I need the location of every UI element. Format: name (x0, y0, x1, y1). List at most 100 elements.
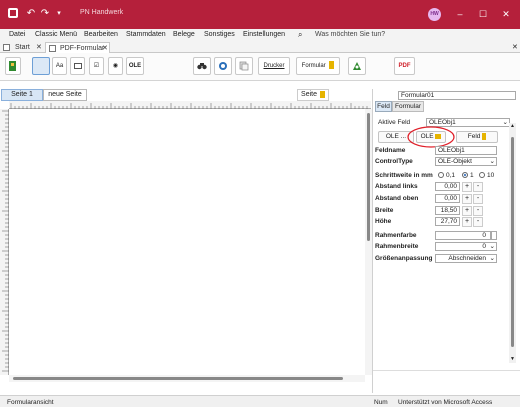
radio-tool-button[interactable]: ◉ (108, 57, 123, 75)
breite-plus-button[interactable]: + (462, 206, 472, 216)
status-bar: Formularansicht Num Unterstützt von Micr… (0, 395, 520, 407)
abstand-oben-minus-button[interactable]: - (473, 194, 483, 204)
checkbox-tool-button[interactable]: ☑ (89, 57, 104, 75)
step-label-1: 1 (470, 172, 474, 179)
horizontal-scrollbar[interactable] (9, 375, 365, 382)
tab-feld[interactable]: Feld (375, 101, 392, 112)
feldname-field[interactable]: OLEObj1 (435, 146, 497, 155)
select-tool-button[interactable] (32, 57, 50, 75)
title-bar: ↶ ↷ ▾ PN Handwerk HW – ☐ ✕ (0, 0, 520, 29)
tab-start[interactable]: Start ✕ (0, 42, 45, 53)
avatar[interactable]: HW (428, 8, 441, 21)
drucker-button[interactable]: Drucker (258, 57, 290, 75)
menu-stammdaten[interactable]: Stammdaten (126, 31, 166, 38)
pdf-button[interactable]: PDF (394, 57, 415, 75)
step-label-10: 10 (487, 172, 495, 179)
document-tab-bar: Start ✕ PDF-Formular ✕ ✕ (0, 42, 520, 53)
abstand-links-label: Abstand links (375, 183, 418, 190)
feld-button[interactable]: Feld (456, 131, 498, 143)
abstand-links-minus-button[interactable]: - (473, 182, 483, 192)
hoehe-plus-button[interactable]: + (462, 217, 472, 227)
save-exit-button[interactable] (5, 57, 21, 75)
chevron-down-icon: ⌄ (502, 119, 508, 126)
search-icon[interactable]: ⌕ (298, 30, 302, 40)
vertical-scrollbar[interactable] (365, 109, 372, 375)
close-document-icon[interactable]: ✕ (512, 43, 518, 51)
groessenanpassung-select[interactable]: Abschneiden ⌄ (435, 254, 497, 263)
step-radio-10[interactable] (479, 172, 485, 178)
breite-field[interactable]: 18,50 (435, 206, 460, 215)
hoehe-minus-button[interactable]: - (473, 217, 483, 227)
scroll-up-icon[interactable]: ▲ (510, 123, 515, 129)
rahmenbreite-select[interactable]: 0 ⌄ (435, 242, 497, 251)
search-box[interactable]: Was möchten Sie tun? (315, 31, 385, 38)
app-icon (6, 7, 20, 21)
abstand-links-field[interactable]: 0,00 (435, 182, 460, 191)
menu-sonstiges[interactable]: Sonstiges (204, 31, 235, 38)
feld-icon (482, 132, 487, 140)
scroll-thumb[interactable] (367, 113, 370, 241)
ole-tool-button[interactable]: OLE (126, 57, 144, 75)
tab-pdf-formular[interactable]: PDF-Formular ✕ (45, 42, 110, 53)
page-button[interactable]: Seite (297, 89, 329, 101)
page-tab-1[interactable]: Seite 1 (1, 89, 43, 101)
redo-icon[interactable]: ↷ (38, 7, 52, 21)
rahmenfarbe-field[interactable]: 0 (435, 231, 491, 240)
divider (373, 370, 520, 371)
step-radio-1[interactable] (462, 172, 468, 178)
breite-minus-button[interactable]: - (473, 206, 483, 216)
step-radio-01[interactable] (438, 172, 444, 178)
maximize-icon[interactable]: ☐ (475, 6, 491, 22)
form-name-field[interactable]: Formular01 (398, 91, 516, 100)
form-icon (49, 45, 56, 52)
hoehe-field[interactable]: 27,70 (435, 217, 460, 226)
controltype-select[interactable]: OLE-Objekt ⌄ (435, 157, 497, 166)
step-label-01: 0,1 (446, 172, 456, 179)
rahmenfarbe-label: Rahmenfarbe (375, 232, 417, 239)
chevron-down-icon: ⌄ (489, 255, 495, 262)
scroll-down-icon[interactable]: ▼ (510, 356, 515, 362)
formular-icon (329, 61, 335, 70)
menu-bearbeiten[interactable]: Bearbeiten (84, 31, 118, 38)
scroll-thumb[interactable] (13, 377, 343, 380)
view-button[interactable] (214, 57, 232, 75)
color-picker-swatch[interactable] (491, 231, 497, 240)
form-icon (3, 44, 10, 51)
formular-button[interactable]: Formular (296, 57, 340, 75)
panel-scrollbar[interactable]: ▲ ▼ (509, 123, 516, 363)
menu-einstellungen[interactable]: Einstellungen (243, 31, 285, 38)
textfield-tool-button[interactable] (70, 57, 85, 75)
export-button[interactable] (348, 57, 366, 75)
toolbar: Aa ☑ ◉ OLE Drucker Formular PDF (0, 53, 520, 81)
chevron-down-icon: ⌄ (489, 158, 495, 165)
tab-close-icon[interactable]: ✕ (36, 42, 42, 53)
menu-datei[interactable]: Datei (9, 31, 25, 38)
feldname-label: Feldname (375, 147, 406, 154)
menu-belege[interactable]: Belege (173, 31, 195, 38)
new-page-tab[interactable]: neue Seite (43, 89, 87, 101)
abstand-oben-field[interactable]: 0,00 (435, 194, 460, 203)
ruler-ticks (2, 110, 9, 372)
rahmenbreite-label: Rahmenbreite (375, 243, 419, 250)
page-tabs: Seite 1 neue Seite Seite (0, 89, 370, 101)
copy-button[interactable] (235, 57, 253, 75)
abstand-oben-plus-button[interactable]: + (462, 194, 472, 204)
menu-classic[interactable]: Classic Menü (35, 31, 77, 38)
page-icon (319, 90, 325, 98)
undo-icon[interactable]: ↶ (24, 7, 38, 21)
app-title: PN Handwerk (80, 9, 124, 16)
close-icon[interactable]: ✕ (498, 6, 514, 22)
controltype-label: ControlType (375, 158, 413, 165)
property-panel: Formular01 Feld Formular Aktive Feld OLE… (372, 89, 520, 393)
minimize-icon[interactable]: – (452, 6, 468, 22)
binoculars-button[interactable] (193, 57, 211, 75)
form-canvas[interactable] (9, 109, 365, 375)
breite-label: Breite (375, 207, 394, 214)
hoehe-label: Höhe (375, 218, 392, 225)
scroll-thumb[interactable] (511, 137, 514, 347)
tab-formular[interactable]: Formular (392, 101, 424, 112)
customize-arrow-icon[interactable]: ▾ (52, 7, 66, 21)
text-tool-button[interactable]: Aa (52, 57, 67, 75)
abstand-links-plus-button[interactable]: + (462, 182, 472, 192)
schrittweite-label: Schrittweite in mm (375, 172, 433, 179)
